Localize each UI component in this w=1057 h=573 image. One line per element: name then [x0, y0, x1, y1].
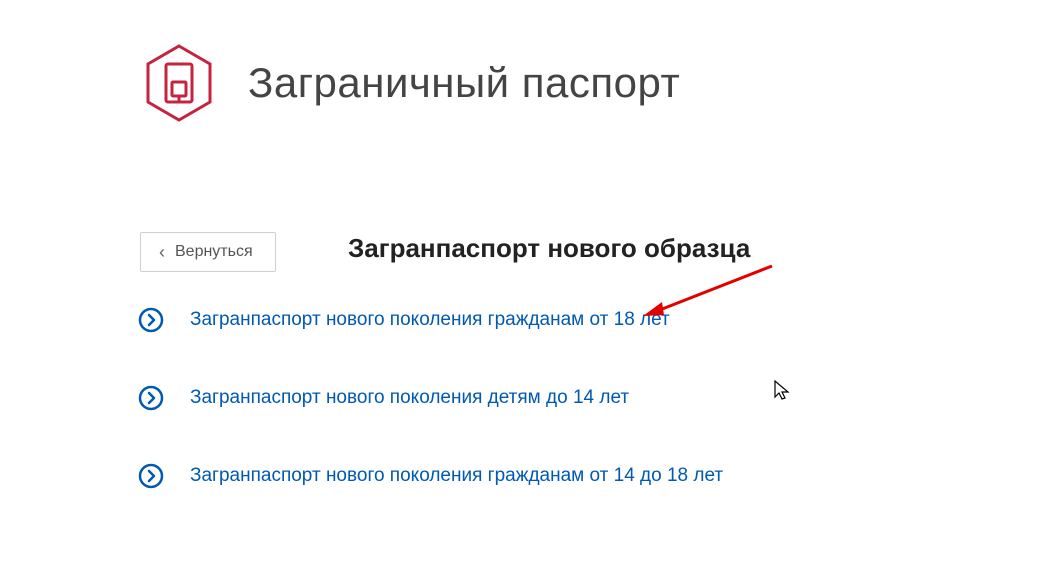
link-item-adults[interactable]: Загранпаспорт нового поколения гражданам…	[138, 307, 723, 333]
chevron-right-circle-icon	[138, 385, 164, 411]
back-button-label: Вернуться	[175, 243, 253, 261]
back-button[interactable]: ‹ Вернуться	[140, 232, 276, 272]
link-label: Загранпаспорт нового поколения детям до …	[190, 387, 629, 409]
link-label: Загранпаспорт нового поколения гражданам…	[190, 309, 670, 331]
passport-icon	[138, 42, 220, 124]
chevron-left-icon: ‹	[159, 243, 165, 261]
link-item-children[interactable]: Загранпаспорт нового поколения детям до …	[138, 385, 723, 411]
cursor-icon	[773, 379, 791, 401]
link-item-teens[interactable]: Загранпаспорт нового поколения гражданам…	[138, 463, 723, 489]
page-title: Заграничный паспорт	[248, 59, 680, 107]
chevron-right-circle-icon	[138, 463, 164, 489]
chevron-right-circle-icon	[138, 307, 164, 333]
link-label: Загранпаспорт нового поколения гражданам…	[190, 465, 723, 487]
section-title: Загранпаспорт нового образца	[348, 233, 750, 264]
page-header: Заграничный паспорт	[138, 42, 680, 124]
link-list: Загранпаспорт нового поколения гражданам…	[138, 307, 723, 541]
